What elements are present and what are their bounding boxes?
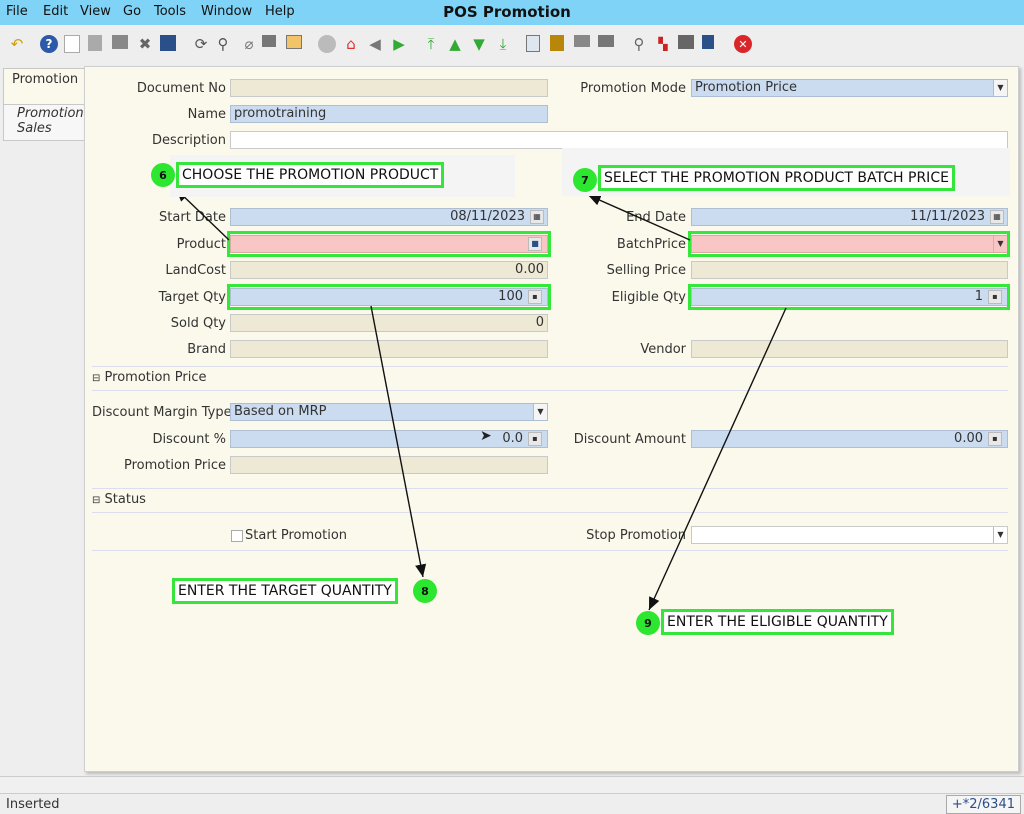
callout-select-batch-price: SELECT THE PROMOTION PRODUCT BATCH PRICE: [598, 165, 955, 191]
callout-eligible-qty: ENTER THE ELIGIBLE QUANTITY: [661, 609, 894, 635]
step-badge-9: 9: [636, 611, 660, 635]
callout-target-qty: ENTER THE TARGET QUANTITY: [172, 578, 398, 604]
step-badge-8: 8: [413, 579, 437, 603]
callout-choose-product: CHOOSE THE PROMOTION PRODUCT: [176, 162, 445, 188]
annotation-arrows: [175, 188, 787, 611]
step-badge-7: 7: [573, 168, 597, 192]
mouse-pointer-icon: ➤: [480, 428, 492, 444]
arrow-to-callout-8: [370, 305, 427, 578]
status-text: Inserted: [6, 797, 60, 812]
status-bar: Inserted +*2/6341: [0, 793, 1024, 814]
arrow-to-callout-7: [587, 194, 691, 241]
bottom-strip: [0, 776, 1024, 793]
arrow-to-callout-9: [648, 307, 787, 611]
step-badge-6: 6: [151, 163, 175, 187]
record-indicator[interactable]: +*2/6341: [945, 795, 1021, 814]
